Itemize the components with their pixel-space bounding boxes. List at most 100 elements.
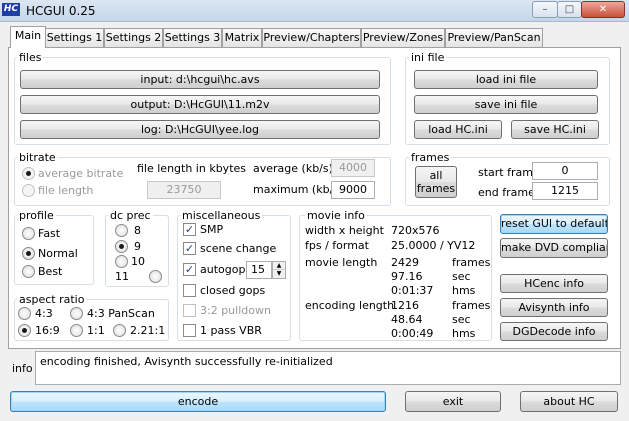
movie-length-label: movie length <box>305 256 378 269</box>
file-length-label: file length <box>38 184 94 197</box>
aspect-1-1-radio[interactable] <box>70 324 83 337</box>
maximize-button[interactable]: □ <box>557 1 582 18</box>
closed-gops-label: closed gops <box>200 284 266 297</box>
spinner-up-icon[interactable]: ▲ <box>273 262 285 270</box>
frames-group-label: frames <box>409 151 452 164</box>
info-message-box: encoding finished, Avisynth successfully… <box>35 351 621 385</box>
make-dvd-compliant-button[interactable]: make DVD compliant <box>500 238 608 258</box>
one-pass-vbr-checkbox[interactable] <box>183 324 196 337</box>
aspect-2-21-1-radio[interactable] <box>113 324 126 337</box>
dc-prec-8-radio[interactable] <box>115 224 128 237</box>
dc-prec-10-radio[interactable] <box>115 255 128 268</box>
aspect-4-3-radio[interactable] <box>18 307 31 320</box>
tab-settings-1[interactable]: Settings 1 <box>45 28 104 47</box>
average-kbs-field[interactable]: 4000 <box>331 159 375 177</box>
maximum-kbs-label: maximum (kb/s) <box>253 183 344 196</box>
smp-label: SMP <box>200 223 224 236</box>
start-frame-label: start frame <box>478 166 540 179</box>
smp-checkbox[interactable]: ✓ <box>183 223 196 236</box>
dgdecode-info-button[interactable]: DGDecode info <box>500 322 608 341</box>
all-frames-label-2: frames <box>416 182 456 195</box>
profile-fast-radio[interactable] <box>22 227 35 240</box>
autogop-label: autogop <box>200 263 246 276</box>
avisynth-info-button[interactable]: Avisynth info <box>500 298 608 317</box>
profile-normal-radio[interactable] <box>22 247 35 260</box>
tab-matrix[interactable]: Matrix <box>222 28 262 47</box>
minimize-button[interactable]: – <box>532 1 558 18</box>
hcenc-info-button[interactable]: HCenc info <box>500 274 608 293</box>
profile-normal-label: Normal <box>38 247 78 260</box>
maximum-kbs-field[interactable]: 9000 <box>331 181 375 199</box>
output-file-button[interactable]: output: D:\HcGUI\11.m2v <box>20 95 380 114</box>
scene-change-checkbox[interactable]: ✓ <box>183 242 196 255</box>
aspect-4-3-panscan-label: 4:3 PanScan <box>87 307 155 320</box>
fps-format-label: fps / format <box>305 239 369 252</box>
input-file-button[interactable]: input: d:\hcgui\hc.avs <box>20 70 380 89</box>
file-length-kbytes-label: file length in kbytes <box>137 162 247 175</box>
window-title: HCGUI 0.25 <box>26 4 96 18</box>
log-file-button[interactable]: log: D:\HcGUI\yee.log <box>20 120 380 139</box>
tab-settings-3[interactable]: Settings 3 <box>163 28 222 47</box>
movie-length-unit-hms: hms <box>452 284 476 297</box>
closed-gops-checkbox[interactable] <box>183 284 196 297</box>
file-length-radio[interactable] <box>22 184 35 197</box>
all-frames-label-1: all <box>429 169 443 182</box>
load-ini-button[interactable]: load ini file <box>414 70 598 89</box>
average-bitrate-radio[interactable] <box>22 167 35 180</box>
dc-prec-9-radio[interactable] <box>115 240 128 253</box>
dc-prec-9-label: 9 <box>134 240 141 253</box>
bitrate-group-label: bitrate <box>17 151 58 164</box>
autogop-checkbox[interactable]: ✓ <box>183 263 196 276</box>
title-bar: HC HCGUI 0.25 – □ ✕ <box>0 0 629 22</box>
start-frame-field[interactable]: 0 <box>532 162 598 180</box>
info-label: info <box>12 362 33 375</box>
profile-best-radio[interactable] <box>22 265 35 278</box>
profile-fast-label: Fast <box>38 227 61 240</box>
aspect-2-21-1-label: 2.21:1 <box>130 324 166 337</box>
info-message-text: encoding finished, Avisynth successfully… <box>40 355 333 368</box>
encoding-length-unit-hms: hms <box>452 327 476 340</box>
aspect-16-9-radio[interactable] <box>18 324 31 337</box>
ini-file-group-label: ini file <box>409 51 447 64</box>
encoding-length-label: encoding length <box>305 299 395 312</box>
encoding-length-hms: 0:00:49 <box>391 327 434 340</box>
close-icon: ✕ <box>598 4 608 15</box>
end-frame-label: end frame <box>478 186 535 199</box>
minimize-icon: – <box>542 4 548 15</box>
about-hc-button[interactable]: about HC <box>520 391 618 412</box>
aspect-ratio-group-label: aspect ratio <box>17 293 87 306</box>
save-hc-ini-button[interactable]: save HC.ini <box>511 120 599 139</box>
encode-button[interactable]: encode <box>10 391 386 412</box>
pulldown-checkbox[interactable] <box>183 304 196 317</box>
dc-prec-11-radio[interactable] <box>149 270 162 283</box>
save-ini-button[interactable]: save ini file <box>414 95 598 114</box>
dc-prec-10-label: 10 <box>131 255 145 268</box>
aspect-16-9-label: 16:9 <box>35 324 60 337</box>
reset-gui-button[interactable]: reset GUI to default <box>500 214 608 234</box>
movie-length-unit-frames: frames <box>452 256 491 269</box>
scene-change-label: scene change <box>200 242 277 255</box>
load-hc-ini-button[interactable]: load HC.ini <box>414 120 502 139</box>
aspect-4-3-panscan-radio[interactable] <box>70 307 83 320</box>
tab-main[interactable]: Main <box>10 26 46 48</box>
file-length-kbytes-field[interactable]: 23750 <box>147 181 221 199</box>
maximize-icon: □ <box>564 4 575 15</box>
autogop-value-field[interactable]: 15 <box>246 261 272 279</box>
width-height-value: 720x576 <box>391 224 440 237</box>
dc-prec-group-label: dc prec <box>108 209 153 222</box>
all-frames-button[interactable]: all frames <box>415 166 457 198</box>
encoding-length-sec: 48.64 <box>391 313 423 326</box>
tab-settings-2[interactable]: Settings 2 <box>104 28 163 47</box>
profile-group-label: profile <box>17 209 56 222</box>
movie-length-sec: 97.16 <box>391 270 423 283</box>
encoding-length-frames: 1216 <box>391 299 419 312</box>
end-frame-field[interactable]: 1215 <box>532 182 598 200</box>
spinner-down-icon[interactable]: ▼ <box>273 270 285 278</box>
autogop-spinner[interactable]: ▲ ▼ <box>272 261 286 279</box>
tab-preview-chapters[interactable]: Preview/Chapters <box>262 28 361 47</box>
tab-preview-panscan[interactable]: Preview/PanScan <box>445 28 543 47</box>
close-button[interactable]: ✕ <box>581 1 625 18</box>
tab-preview-zones[interactable]: Preview/Zones <box>361 28 445 47</box>
app-logo: HC <box>2 3 20 16</box>
exit-button[interactable]: exit <box>405 391 501 412</box>
